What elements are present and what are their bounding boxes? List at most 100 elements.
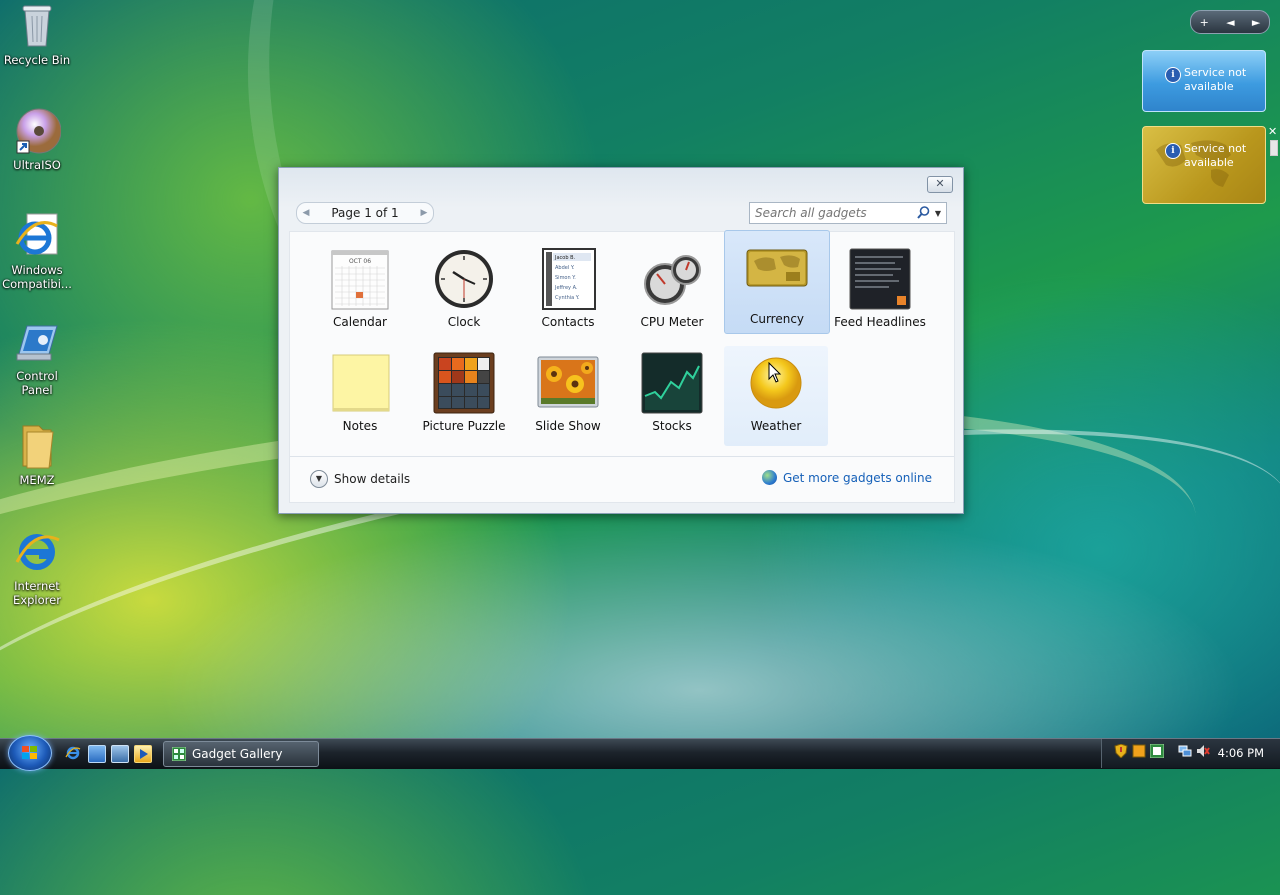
desktop-icon-label: Internet Explorer [13,579,61,607]
desktop-icon-control-panel[interactable]: Control Panel [2,318,72,397]
sidebar-previous-button[interactable]: ◄ [1226,16,1234,29]
gadget-label: Notes [342,419,378,433]
chevron-down-icon: ▼ [310,470,328,488]
gadget-gallery-window: ✕ ◀ Page 1 of 1 ▶ ▼ OCT 06 [278,167,964,514]
info-icon: i [1165,143,1181,159]
desktop-icon-recycle-bin[interactable]: Recycle Bin [2,2,72,67]
contact-name: Simon Y. [555,275,576,281]
desktop-icon-label: Recycle Bin [3,53,71,67]
contact-name: Abdel Y. [555,265,575,271]
desktop-icon-label: Windows Compatibi... [2,263,72,291]
gadget-tile-currency[interactable]: Currency [724,230,830,334]
contact-name: Jacob B. [554,255,576,261]
desktop-icon-label: Control Panel [16,369,58,397]
internet-explorer-icon [13,528,61,576]
cpu-meter-icon [641,248,703,310]
gadget-label: Slide Show [535,419,601,433]
gadget-label: Picture Puzzle [422,419,506,433]
windows-logo-icon [22,746,37,759]
gadget-tile-notes[interactable]: Notes [308,346,412,446]
sidebar-add-gadget-button[interactable]: + [1200,16,1209,29]
contact-name: Cynthia Y. [555,295,580,301]
gadget-tile-clock[interactable]: Clock [412,242,516,342]
quicklaunch-show-desktop-icon[interactable] [88,745,106,763]
gadget-label: Currency [749,312,805,326]
gadget-tile-stocks[interactable]: Stocks [620,346,724,446]
control-panel-icon [13,318,61,366]
gadget-label: Weather [750,419,802,433]
weather-gadget[interactable]: i Service not available [1142,50,1266,112]
recycle-bin-icon [13,2,61,50]
gadget-gallery-icon [171,746,187,762]
desktop-icon-internet-explorer[interactable]: Internet Explorer [2,528,72,607]
drag-handle[interactable] [1270,140,1278,156]
folder-icon [13,422,61,470]
picture-puzzle-icon [433,352,495,414]
gadget-label: Stocks [652,419,692,433]
taskbar-clock[interactable]: 4:06 PM [1218,746,1264,760]
sidebar-next-button[interactable]: ► [1252,16,1260,29]
show-details-button[interactable]: ▼ Show details [310,470,410,488]
feed-headlines-icon [849,248,911,310]
gadget-label: Contacts [541,315,595,329]
gadget-tile-feed-headlines[interactable]: Feed Headlines [828,242,932,342]
security-shield-icon[interactable] [1114,743,1128,759]
gadget-tile-contacts[interactable]: Jacob B. Abdel Y. Simon Y. Jeffrey A. Cy… [516,242,620,342]
tray-gadget-icon[interactable] [1149,743,1165,759]
gadget-label: Feed Headlines [834,315,926,329]
divider [290,456,954,457]
gadget-label: Calendar [333,315,387,329]
gadget-message: Service not available [1184,142,1247,169]
close-gadget-icon[interactable]: ✕ [1268,125,1280,138]
gadget-tile-weather[interactable]: Weather [724,346,828,446]
desktop-icon-label: UltraISO [13,158,61,172]
gadget-label: Clock [447,315,481,329]
get-more-gadgets-label: Get more gadgets online [782,470,932,485]
quicklaunch-switch-windows-icon[interactable] [111,745,129,763]
search-input[interactable] [750,205,916,221]
gadget-tile-cpu-meter[interactable]: CPU Meter [620,242,724,342]
chevron-down-icon[interactable]: ▼ [930,209,946,218]
volume-muted-icon[interactable] [1196,744,1210,758]
pager: ◀ Page 1 of 1 ▶ [296,202,434,224]
currency-gadget[interactable]: i Service not available [1142,126,1266,204]
search-box: ▼ [749,202,947,224]
internet-explorer-icon [13,212,61,260]
gadget-tile-slide-show[interactable]: Slide Show [516,346,620,446]
taskbar-button-gadget-gallery[interactable]: Gadget Gallery [163,741,319,767]
quicklaunch-internet-explorer-icon[interactable] [65,745,81,761]
desktop-icon-windows-compatibility[interactable]: Windows Compatibi... [2,212,72,291]
info-icon: i [1165,67,1181,83]
gadget-tile-calendar[interactable]: OCT 06 Calendar [308,242,412,342]
previous-page-button[interactable]: ◀ [297,208,315,218]
gadget-list: OCT 06 Calendar Clock Jacob B. Abdel Y. … [289,230,955,503]
network-icon[interactable] [1178,744,1192,758]
next-page-button[interactable]: ▶ [415,208,433,218]
clock-icon [433,248,495,310]
search-icon[interactable] [916,206,930,220]
taskbar-button-label: Gadget Gallery [192,747,283,761]
stocks-icon [641,352,703,414]
desktop-icon-ultraiso[interactable]: UltraISO [2,107,72,172]
tray-app-icon[interactable] [1132,744,1146,758]
calendar-month-text: OCT 06 [349,258,371,265]
quicklaunch-media-player-icon[interactable] [134,745,152,763]
notes-icon [329,352,391,414]
page-indicator: Page 1 of 1 [331,206,399,220]
contact-name: Jeffrey A. [554,285,578,291]
currency-icon [746,245,808,307]
gadget-label: CPU Meter [640,315,704,329]
desktop-icon-label: MEMZ [19,473,55,487]
calendar-icon: OCT 06 [329,248,391,310]
show-details-label: Show details [334,472,411,486]
contacts-icon: Jacob B. Abdel Y. Simon Y. Jeffrey A. Cy… [537,248,599,310]
gadget-tile-picture-puzzle[interactable]: Picture Puzzle [412,346,516,446]
ultraiso-disc-icon [13,107,62,155]
get-more-gadgets-link[interactable]: Get more gadgets online [761,470,932,485]
start-button[interactable] [8,735,52,771]
slide-show-icon [537,352,599,414]
globe-icon [761,470,777,485]
desktop-icon-memz[interactable]: MEMZ [2,422,72,487]
close-button[interactable]: ✕ [927,176,953,193]
sidebar-controls: + ◄ ► [1190,10,1270,34]
